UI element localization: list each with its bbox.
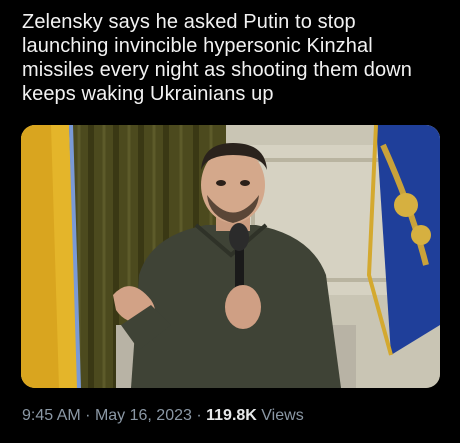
tweet-text-line: launching invincible hypersonic Kinzhal [22,35,373,57]
tweet-text: Zelensky says he asked Putin to stop lau… [22,10,442,106]
tweet-meta: 9:45 AM · May 16, 2023 · 119.8K Views [22,407,304,425]
views-label: Views [261,407,304,424]
tweet-date[interactable]: May 16, 2023 [95,407,192,424]
tweet-photo[interactable] [21,125,440,388]
tweet-text-line: Zelensky says he asked Putin to stop [22,11,356,33]
tweet-text-line: missiles every night as shooting them do… [22,59,412,81]
tweet-time[interactable]: 9:45 AM [22,407,81,424]
speaker-photo-illustration [21,125,440,388]
views-count: 119.8K [206,407,257,424]
meta-separator: · [196,407,202,424]
tweet-text-line: keeps waking Ukrainians up [22,83,274,105]
meta-separator: · [85,407,91,424]
